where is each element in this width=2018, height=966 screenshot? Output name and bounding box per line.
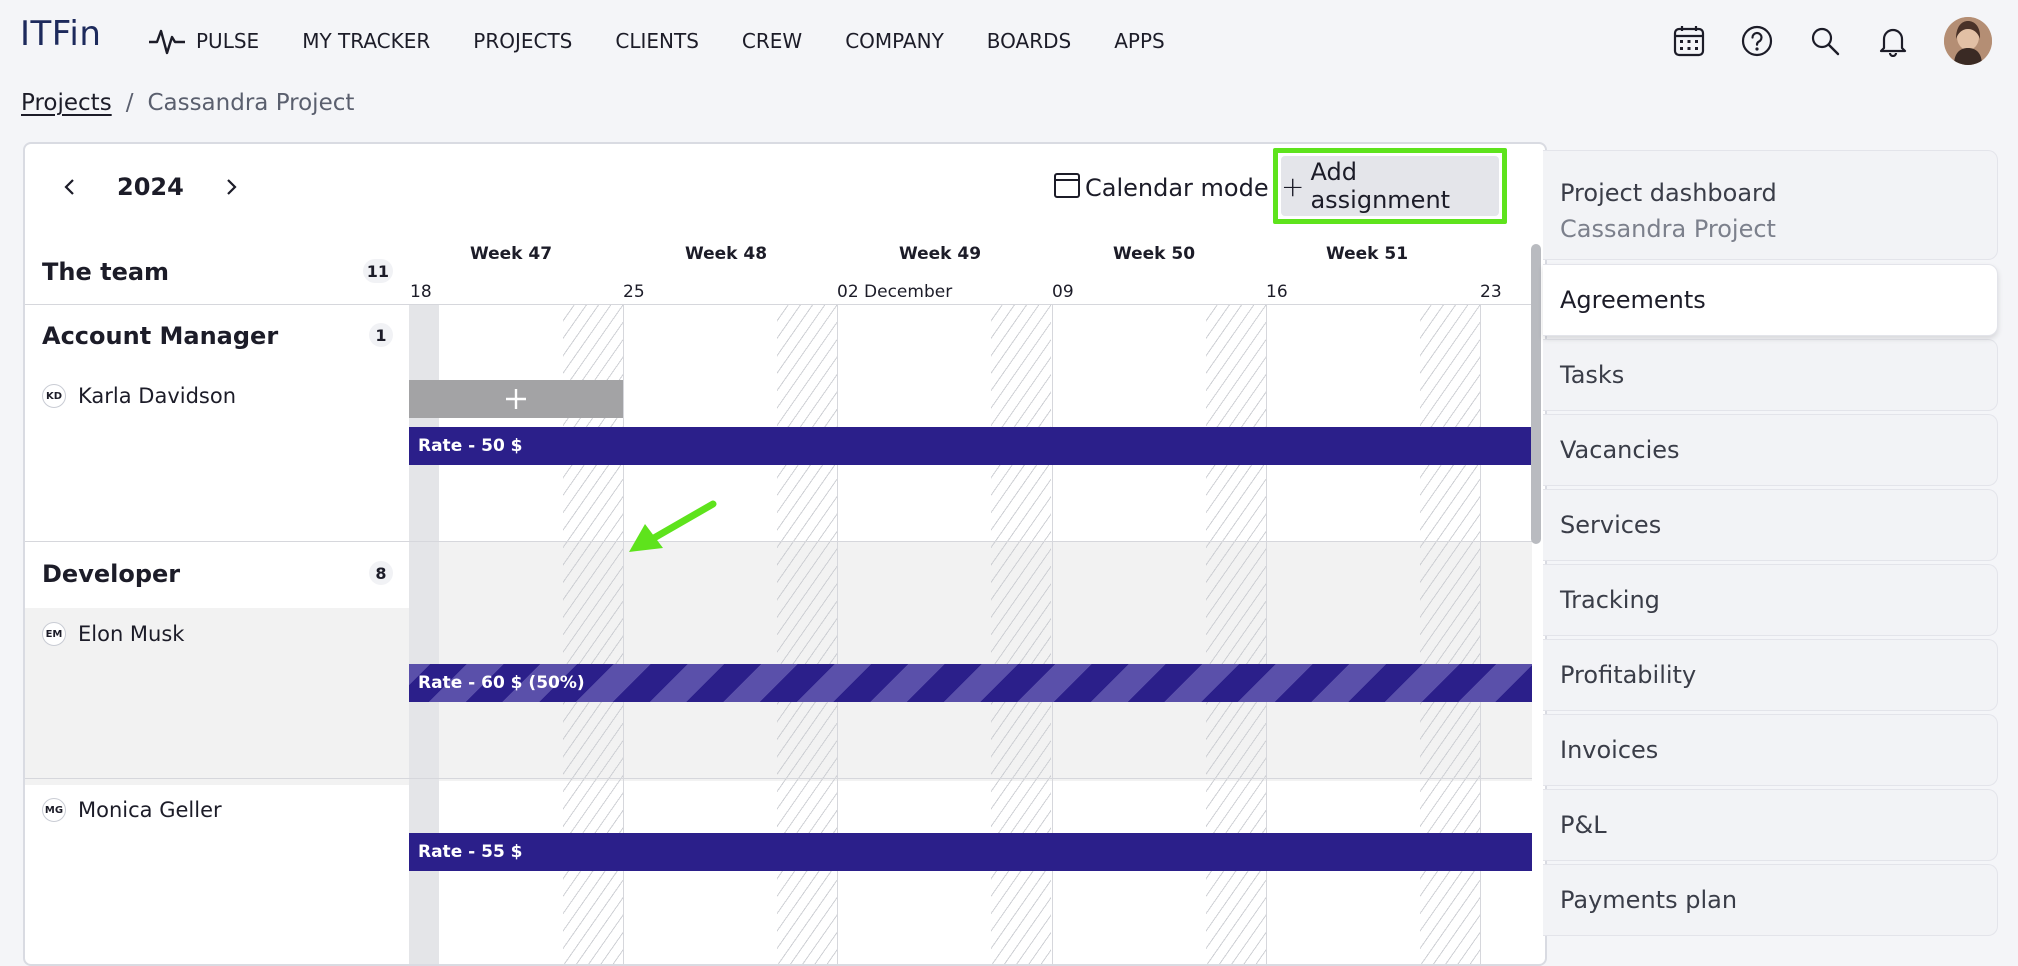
pulse-icon (148, 26, 186, 56)
current-year: 2024 (117, 173, 184, 201)
nav-crew[interactable]: CREW (742, 29, 802, 53)
team-header: The team 11 (25, 234, 409, 294)
team-count-badge: 11 (362, 259, 393, 283)
project-dashboard-title: Project dashboard (1560, 179, 1777, 207)
assignment-bar[interactable]: Rate - 50 $ (409, 427, 1532, 465)
member-initials-avatar: MG (42, 798, 66, 822)
row-divider (25, 778, 1532, 779)
nav-my-tracker[interactable]: MY TRACKER (302, 29, 430, 53)
top-icons (1672, 0, 2018, 82)
add-assignment-label: Add assignment (1310, 158, 1451, 214)
add-assignment-slot[interactable] (409, 380, 623, 418)
group-count-badge: 8 (369, 561, 393, 585)
breadcrumb-projects-link[interactable]: Projects (21, 90, 112, 116)
sidebar-item-profitability[interactable]: Profitability (1543, 639, 1998, 711)
member-monica-geller[interactable]: MG Monica Geller (42, 798, 222, 822)
project-dashboard-link[interactable]: Project dashboard Cassandra Project (1543, 150, 1998, 260)
sidebar-item-pl[interactable]: P&L (1543, 789, 1998, 861)
sidebar-item-vacancies[interactable]: Vacancies (1543, 414, 1998, 486)
sidebar-item-tasks[interactable]: Tasks (1543, 339, 1998, 411)
member-elon-musk[interactable]: EM Elon Musk (42, 622, 184, 646)
group-account-manager[interactable]: Account Manager 1 (25, 298, 409, 358)
top-navigation: ITFin PULSE MY TRACKER PROJECTS CLIENTS … (0, 0, 2018, 82)
calendar-grid-icon[interactable] (1672, 24, 1706, 58)
team-column: The team 11 Account Manager 1 KD Karla D… (25, 234, 409, 964)
week-label: Week 50 (1112, 244, 1196, 264)
row-divider (25, 541, 1532, 542)
main-nav: PULSE MY TRACKER PROJECTS CLIENTS CREW C… (148, 0, 1208, 82)
assignments-panel: 2024 Calendar mode + Add assignment The … (23, 142, 1547, 966)
assignment-bar[interactable]: Rate - 55 $ (409, 833, 1532, 871)
nav-company[interactable]: COMPANY (845, 29, 944, 53)
next-year-button[interactable] (216, 172, 246, 202)
member-name: Monica Geller (78, 798, 222, 822)
day-label: 02 December (837, 282, 953, 302)
week-label: Week 47 (469, 244, 553, 264)
nav-clients[interactable]: CLIENTS (615, 29, 699, 53)
sidebar-item-invoices[interactable]: Invoices (1543, 714, 1998, 786)
breadcrumb: Projects / Cassandra Project (21, 90, 354, 116)
nav-apps[interactable]: APPS (1114, 29, 1165, 53)
nav-boards[interactable]: BOARDS (987, 29, 1071, 53)
group-title: Developer (42, 560, 181, 588)
year-navigator: 2024 (55, 172, 246, 202)
help-icon[interactable] (1740, 24, 1774, 58)
assignment-bar-partial[interactable]: Rate - 60 $ (50%) (409, 664, 1532, 702)
nav-projects[interactable]: PROJECTS (473, 29, 572, 53)
timeline-grid: Rate - 50 $ Rate - 60 $ (50%) Rate - 55 … (25, 304, 1532, 964)
search-icon[interactable] (1808, 24, 1842, 58)
member-initials-avatar: EM (42, 622, 66, 646)
day-label: 18 (410, 282, 432, 302)
vertical-scrollbar[interactable] (1531, 244, 1541, 544)
week-label: Week 51 (1325, 244, 1409, 264)
project-dashboard-subtitle: Cassandra Project (1560, 215, 1776, 243)
day-label: 25 (623, 282, 645, 302)
calendar-icon (1053, 171, 1081, 205)
breadcrumb-current: Cassandra Project (147, 90, 355, 116)
app-logo[interactable]: ITFin (20, 14, 101, 54)
calendar-mode-toggle[interactable]: Calendar mode (1053, 171, 1269, 205)
timeline: Week 47 Week 48 Week 49 Week 50 Week 51 … (25, 234, 1532, 964)
week-label: Week 49 (898, 244, 982, 264)
sidebar-item-services[interactable]: Services (1543, 489, 1998, 561)
plus-icon (506, 389, 526, 409)
sidebar-item-payments-plan[interactable]: Payments plan (1543, 864, 1998, 936)
sidebar-item-tracking[interactable]: Tracking (1543, 564, 1998, 636)
member-initials-avatar: KD (42, 384, 66, 408)
member-karla-davidson[interactable]: KD Karla Davidson (42, 384, 236, 408)
group-count-badge: 1 (369, 323, 393, 347)
add-assignment-highlight: + Add assignment (1273, 148, 1507, 224)
plus-icon: + (1281, 169, 1305, 203)
sidebar-item-agreements[interactable]: Agreements (1543, 264, 1998, 336)
day-label: 16 (1266, 282, 1288, 302)
member-name: Elon Musk (78, 622, 185, 646)
green-arrow-icon (629, 500, 717, 552)
team-title: The team (42, 258, 170, 286)
user-avatar[interactable] (1944, 17, 1992, 65)
breadcrumb-separator: / (125, 90, 134, 116)
add-assignment-button[interactable]: + Add assignment (1281, 156, 1499, 216)
bell-icon[interactable] (1876, 24, 1910, 58)
nav-pulse-label: PULSE (196, 29, 260, 53)
group-title: Account Manager (42, 322, 279, 350)
nav-pulse[interactable]: PULSE (148, 26, 259, 56)
calendar-mode-label: Calendar mode (1085, 174, 1269, 202)
member-name: Karla Davidson (78, 384, 237, 408)
group-developer[interactable]: Developer 8 (25, 548, 409, 608)
day-label: 09 (1052, 282, 1074, 302)
prev-year-button[interactable] (55, 172, 85, 202)
row-divider (25, 304, 1532, 305)
week-label: Week 48 (684, 244, 768, 264)
day-label: 23 (1480, 282, 1502, 302)
